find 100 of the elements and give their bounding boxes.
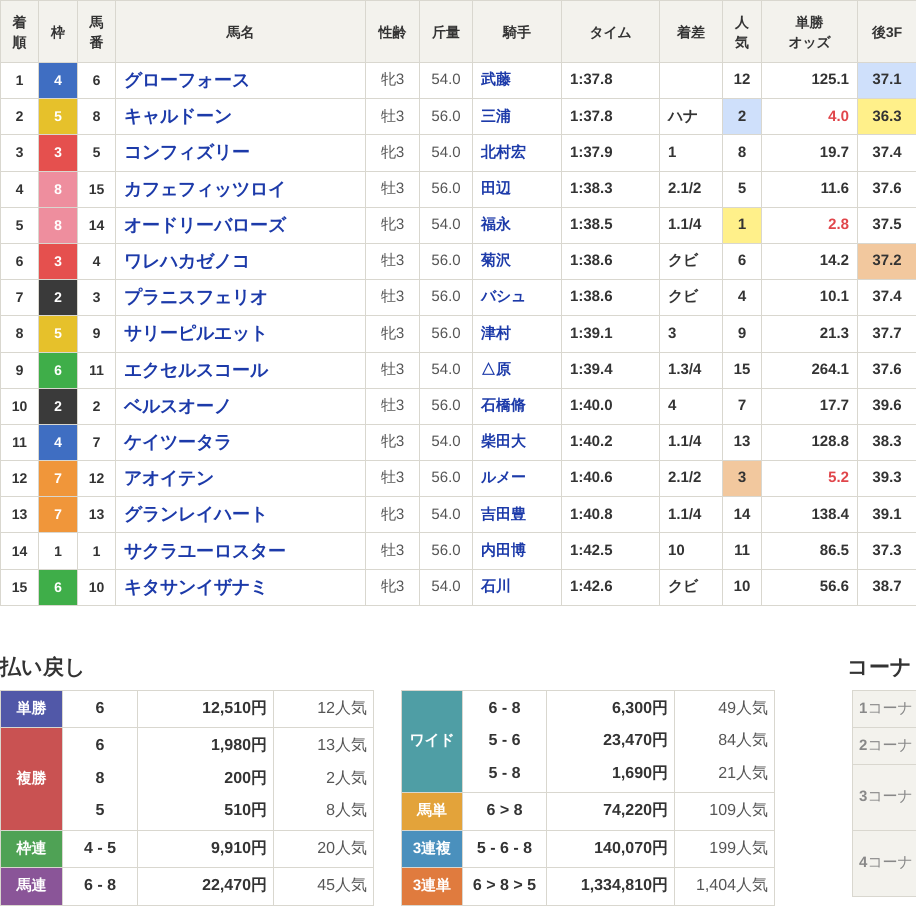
combination-text: 5 xyxy=(94,801,106,822)
bet-type-label: 枠連 xyxy=(0,830,62,868)
table-cell: 13 xyxy=(78,496,116,533)
section-title: コーナ xyxy=(847,654,912,681)
jockey-link[interactable]: 武藤 xyxy=(481,71,511,88)
frame-number-cell: 2 xyxy=(38,280,78,316)
table-cell: 10 xyxy=(78,569,116,606)
popularity-text: 45人気 xyxy=(316,876,368,896)
payout-amount: 74,220円 xyxy=(602,801,669,822)
table-cell: 牡3 xyxy=(366,460,420,497)
frame-number-cell: 5 xyxy=(38,98,78,135)
table-cell: 7 xyxy=(722,388,762,424)
corner-label: 3コーナ xyxy=(853,764,916,831)
jockey-link[interactable]: 田辺 xyxy=(481,180,511,197)
table-cell: 56.0 xyxy=(420,280,472,316)
jockey-link[interactable]: 三浦 xyxy=(481,108,511,125)
combination-text: 6 > 8 xyxy=(485,801,524,822)
frame-number-cell: 4 xyxy=(38,62,78,99)
table-cell: 56.0 xyxy=(420,98,472,135)
popularity-text: 20人気 xyxy=(316,838,368,859)
table-cell: 56.0 xyxy=(420,532,472,570)
table-cell: 牝3 xyxy=(366,62,420,99)
table-cell: 11 xyxy=(722,532,762,570)
table-cell: 10.1 xyxy=(762,280,858,316)
table-cell: 8 xyxy=(78,98,116,135)
table-cell: 牡3 xyxy=(366,532,420,570)
jockey-link[interactable]: 福永 xyxy=(481,216,511,234)
table-cell: 7 xyxy=(78,424,116,461)
bet-type-label: 単勝 xyxy=(0,690,62,728)
table-cell: 5 xyxy=(78,134,116,172)
table-cell: 264.1 xyxy=(762,352,858,388)
bet-type-label: 馬単 xyxy=(402,792,462,830)
jockey-link[interactable]: 石川 xyxy=(481,578,511,595)
table-cell: 2 xyxy=(78,388,116,424)
table-cell: 54.0 xyxy=(420,207,472,244)
popularity-text: 2人気 xyxy=(325,768,368,789)
table-cell: 6 xyxy=(78,62,116,99)
table-cell: 86.5 xyxy=(762,532,858,570)
frame-number-cell: 8 xyxy=(38,207,78,244)
payout-amount: 200円 xyxy=(223,768,268,789)
column-header: 馬 番 xyxy=(78,0,116,62)
table-cell: クビ xyxy=(660,280,722,316)
table-cell: 1:38.6 xyxy=(562,243,660,280)
jockey-link[interactable]: △原 xyxy=(481,360,511,378)
table-cell: 37.1 xyxy=(858,62,916,99)
bet-type-label: 複勝 xyxy=(0,728,62,830)
table-cell: 11 xyxy=(78,352,116,388)
table-cell: 128.8 xyxy=(762,424,858,461)
column-header: 着 順 xyxy=(0,0,38,62)
payout-amount: 22,470円 xyxy=(201,876,268,896)
table-cell: 54.0 xyxy=(420,424,472,461)
table-cell: 1:38.5 xyxy=(562,207,660,244)
bet-type-label: 3連単 xyxy=(402,868,462,906)
frame-number-cell: 1 xyxy=(38,532,78,570)
combination-text: 8 xyxy=(94,768,106,789)
table-cell: 1:40.2 xyxy=(562,424,660,461)
payout-amount: 1,980円 xyxy=(210,736,268,756)
table-cell: 牝3 xyxy=(366,569,420,606)
table-cell: 8 xyxy=(722,134,762,172)
frame-number-cell: 8 xyxy=(38,171,78,208)
table-cell: 1:42.5 xyxy=(562,532,660,570)
payout-amount: 140,070円 xyxy=(593,838,669,859)
table-cell: 2.8 xyxy=(762,207,858,244)
table-cell: 19.7 xyxy=(762,134,858,172)
combination-text: 6 - 8 xyxy=(487,698,522,719)
table-cell: 56.0 xyxy=(420,388,472,424)
bet-type-label: ワイド xyxy=(402,690,462,793)
table-cell: 1 xyxy=(722,207,762,244)
table-cell: 2.1/2 xyxy=(660,171,722,208)
combination-text: 5 - 6 xyxy=(487,731,522,752)
table-cell: 14 xyxy=(722,496,762,533)
table-cell: 1:37.9 xyxy=(562,134,660,172)
table-cell: 10 xyxy=(722,569,762,606)
jockey-link[interactable]: 津村 xyxy=(481,324,511,342)
table-cell: 1:38.3 xyxy=(562,171,660,208)
table-cell: 1:39.1 xyxy=(562,316,660,352)
table-cell: 牝3 xyxy=(366,424,420,461)
table-cell: 15 xyxy=(722,352,762,388)
table-cell: 54.0 xyxy=(420,569,472,606)
column-header: 斤量 xyxy=(420,0,472,62)
payout-amount: 23,470円 xyxy=(602,731,669,752)
table-cell: 1.1/4 xyxy=(660,496,722,533)
table-cell: 9 xyxy=(722,316,762,352)
frame-number-cell: 7 xyxy=(38,460,78,497)
corner-label: 1コーナ xyxy=(853,690,916,728)
table-cell: 138.4 xyxy=(762,496,858,533)
corner-label: 4コーナ xyxy=(853,830,916,897)
table-cell: 56.0 xyxy=(420,460,472,497)
payout-amount: 1,334,810円 xyxy=(580,876,669,896)
frame-number-cell: 4 xyxy=(38,424,78,461)
table-cell: 3 xyxy=(78,280,116,316)
table-cell: 11.6 xyxy=(762,171,858,208)
frame-number-cell: 6 xyxy=(38,569,78,606)
popularity-text: 8人気 xyxy=(325,801,368,822)
table-cell: 3 xyxy=(722,460,762,497)
payout-amount: 6,300円 xyxy=(610,698,669,719)
table-cell: 牝3 xyxy=(366,316,420,352)
table-cell: 牝3 xyxy=(366,207,420,244)
jockey-link[interactable]: 菊沢 xyxy=(481,252,511,270)
table-cell: 4 xyxy=(660,388,722,424)
